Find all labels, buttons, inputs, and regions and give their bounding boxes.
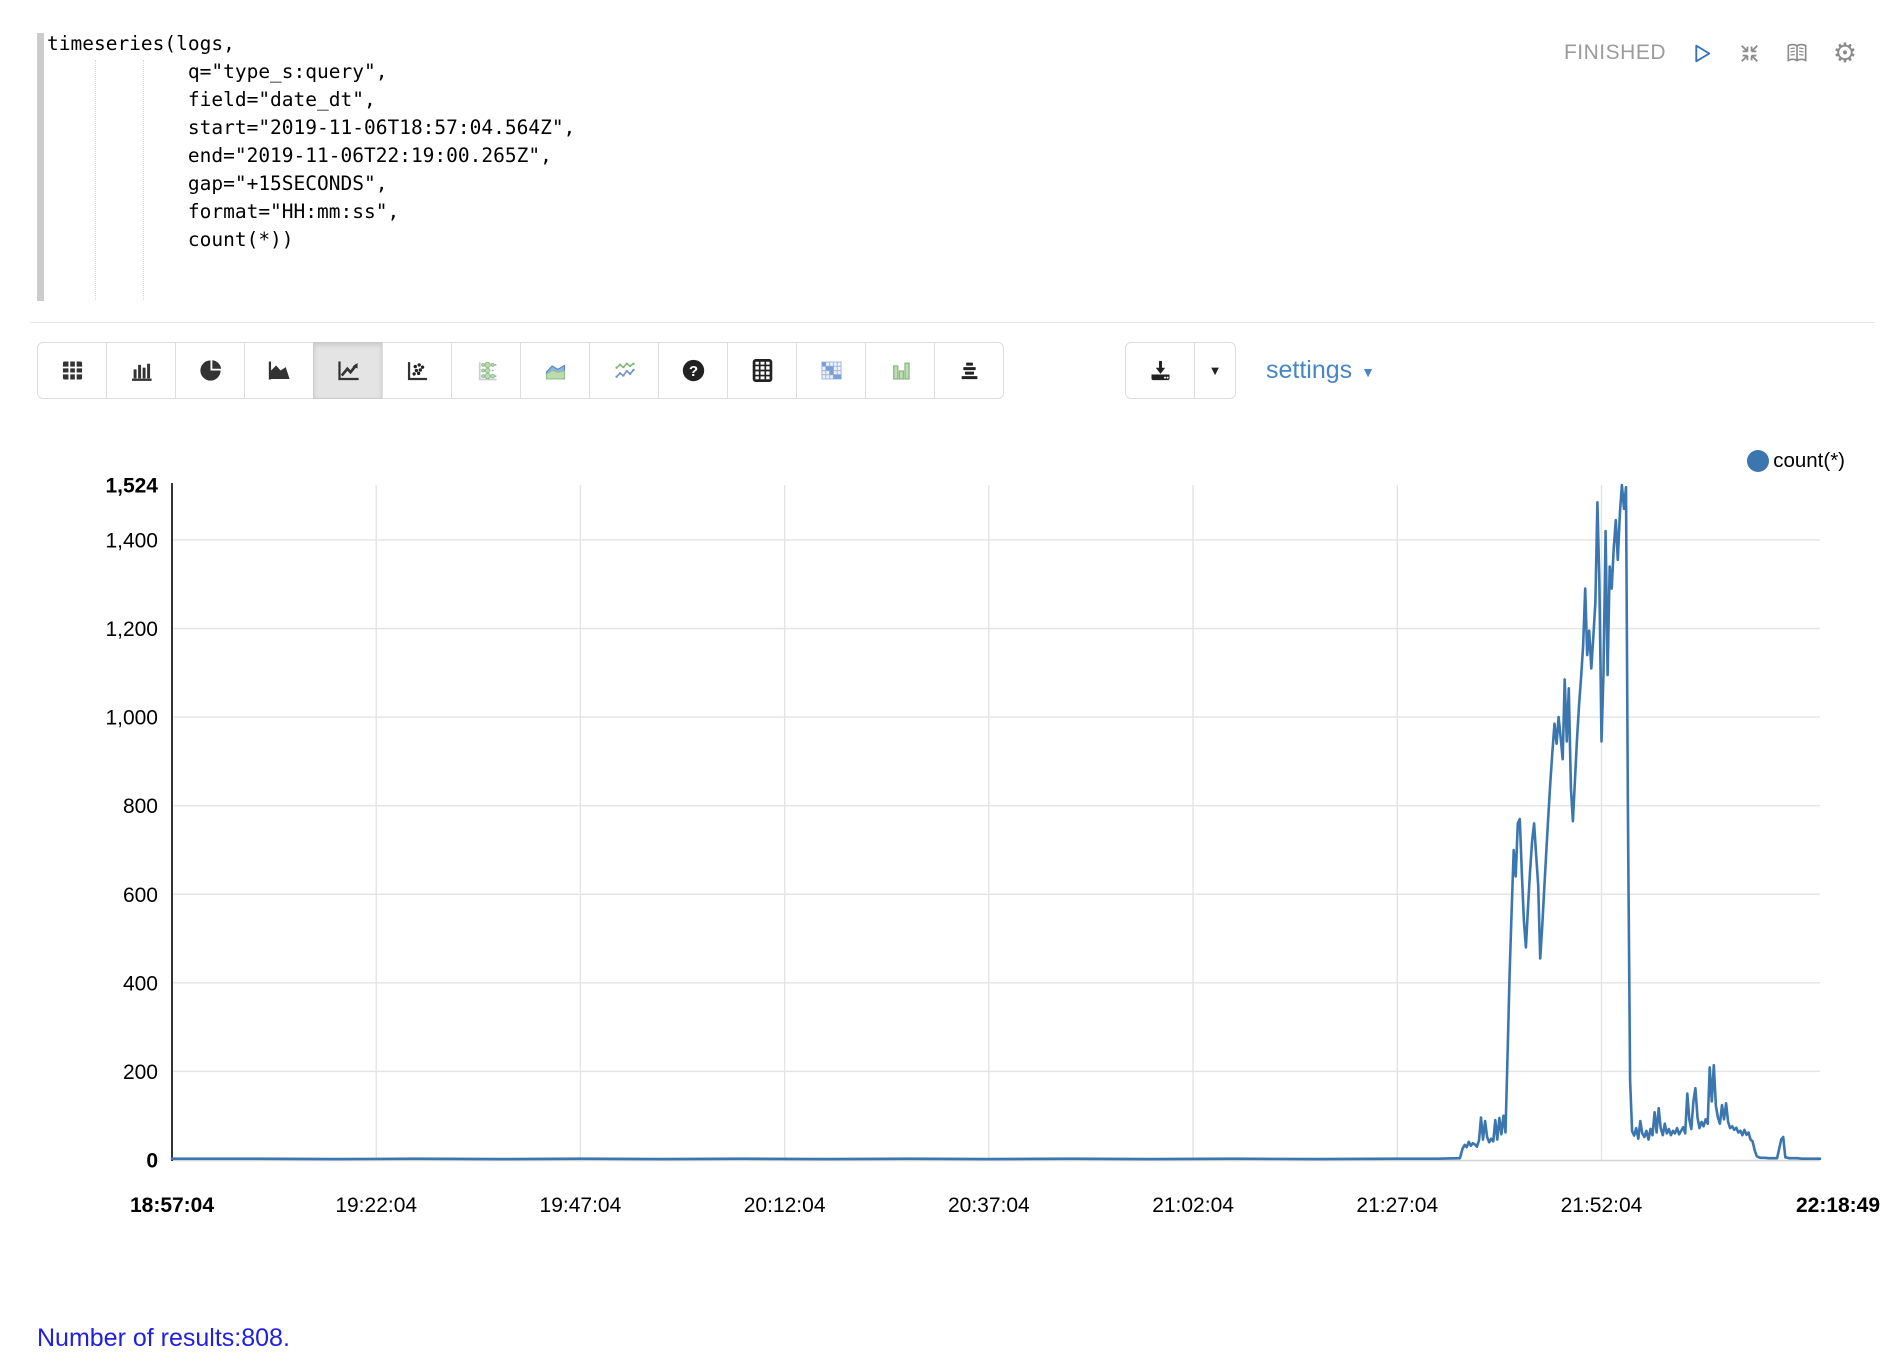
y-axis-label: 1,400 (105, 529, 158, 552)
results-count-text: Number of results:808. (37, 1324, 290, 1353)
legend-series-dot (1747, 450, 1769, 472)
series-line-count (172, 485, 1820, 1159)
y-axis-label: 1,000 (105, 707, 158, 730)
y-axis-label: 600 (123, 884, 158, 907)
y-axis-label: 0 (146, 1150, 158, 1173)
x-axis-label: 20:12:04 (744, 1194, 826, 1217)
x-axis-label: 22:18:49 (1796, 1194, 1880, 1217)
line-chart: 0 200 400 600 800 1,000 1,200 1,400 1,524 18:57:0… (0, 0, 1904, 1372)
y-axis-label: 200 (123, 1061, 158, 1084)
y-axis-label: 800 (123, 795, 158, 818)
y-axis-label: 400 (123, 972, 158, 995)
y-axis-label: 1,524 (105, 475, 158, 498)
x-axis-label: 19:22:04 (335, 1194, 417, 1217)
legend-series-label: count(*) (1773, 449, 1845, 473)
x-axis-label: 21:02:04 (1152, 1194, 1234, 1217)
x-axis-label: 18:57:04 (130, 1194, 214, 1217)
x-axis-label: 21:27:04 (1356, 1194, 1438, 1217)
x-axis-label: 20:37:04 (948, 1194, 1030, 1217)
x-axis-label: 19:47:04 (540, 1194, 622, 1217)
y-axis-label: 1,200 (105, 618, 158, 641)
chart-legend[interactable]: count(*) (1747, 449, 1845, 473)
x-axis-label: 21:52:04 (1561, 1194, 1643, 1217)
